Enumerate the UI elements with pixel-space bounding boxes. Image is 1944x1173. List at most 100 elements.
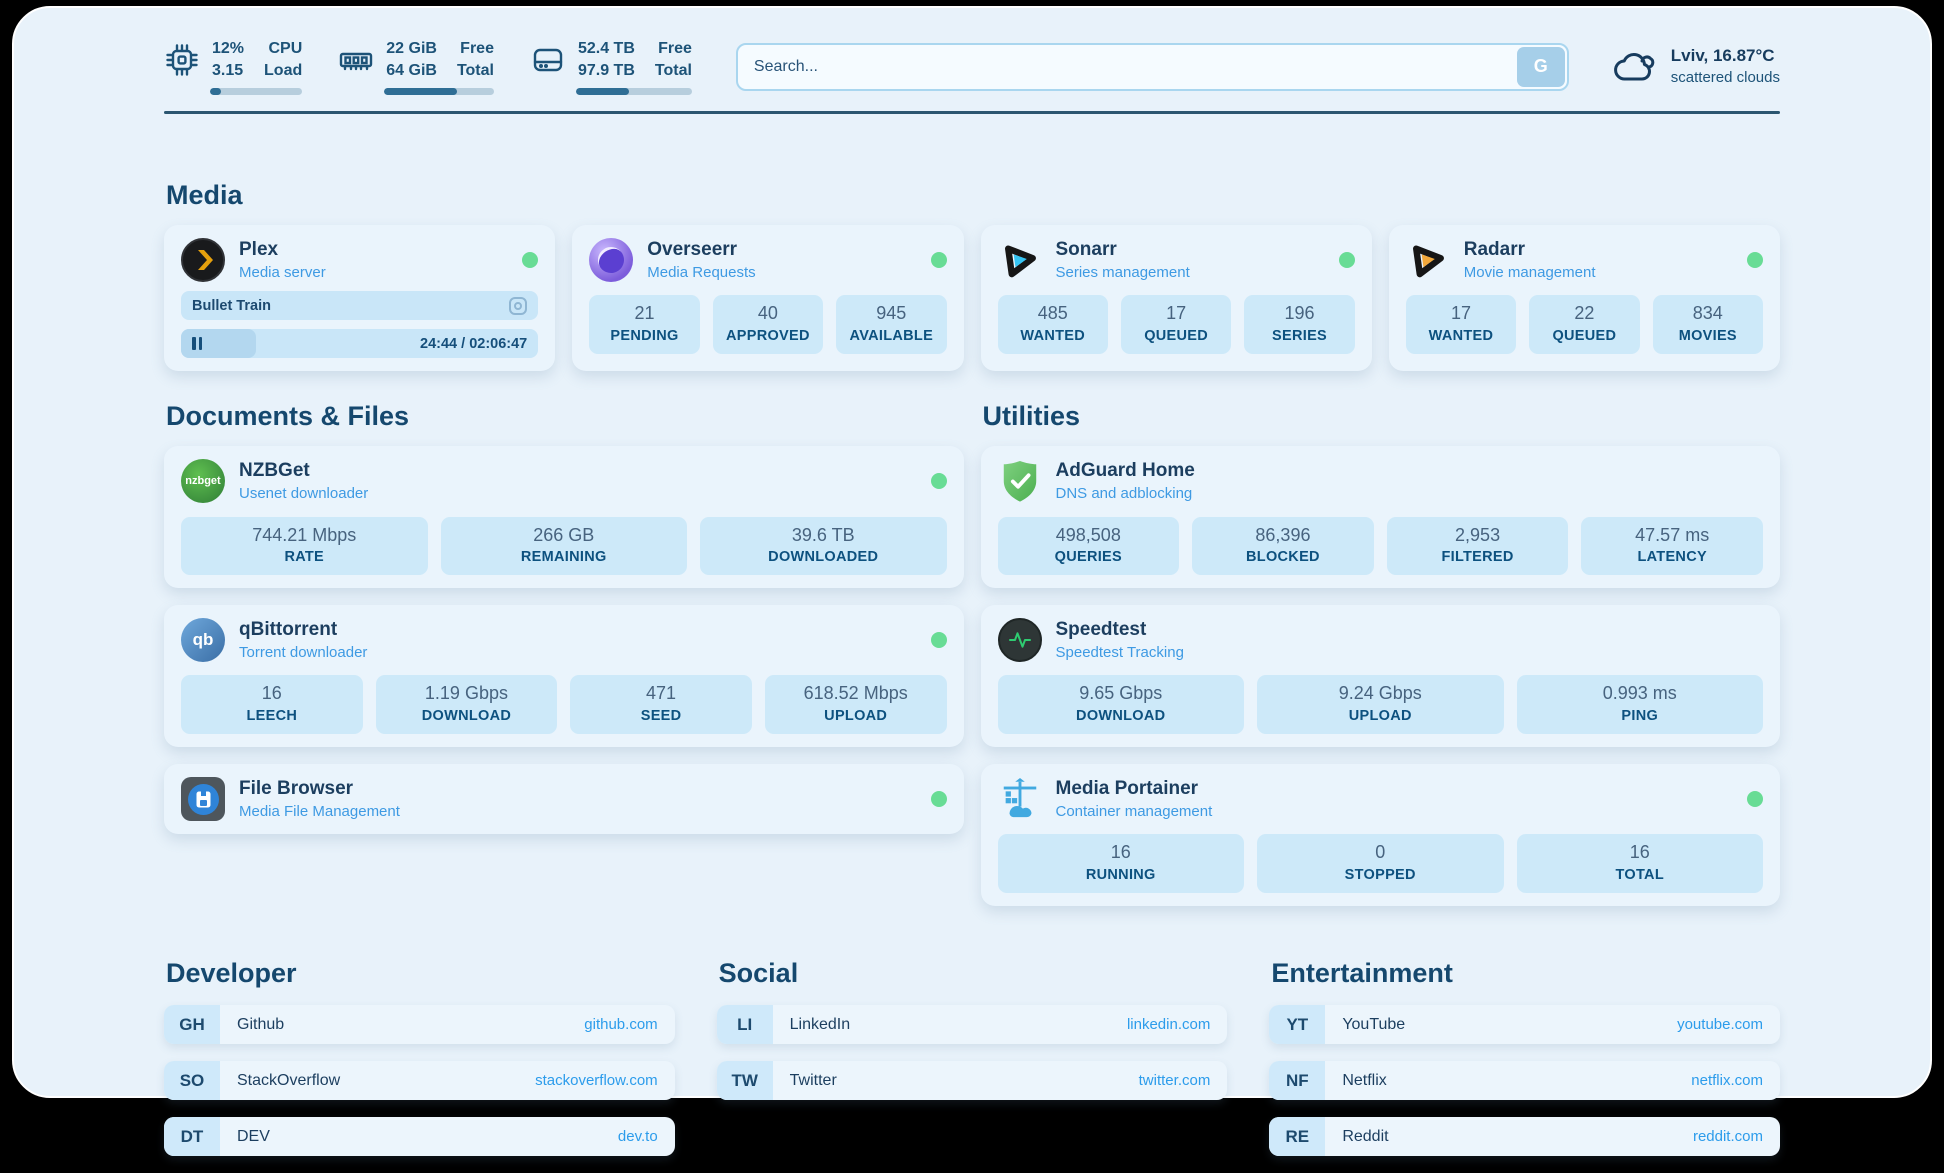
- stat-label: APPROVED: [717, 326, 819, 346]
- nzbget-icon: nzbget: [181, 459, 225, 503]
- bookmark-name: Github: [220, 1005, 584, 1044]
- stat-label: QUERIES: [1002, 547, 1176, 567]
- bookmark-name: YouTube: [1325, 1005, 1677, 1044]
- stat-wanted: 17 WANTED: [1406, 295, 1516, 354]
- cpu-progress-bar: [210, 88, 302, 95]
- bookmark-name: DEV: [220, 1117, 618, 1156]
- app-card-radarr[interactable]: Radarr Movie management 17 WANTED 22 QUE…: [1389, 225, 1780, 371]
- bookmark-abbr: TW: [717, 1061, 773, 1100]
- bookmark-url: youtube.com: [1677, 1005, 1780, 1044]
- section-entertainment: Entertainment YT YouTube youtube.com NF …: [1269, 958, 1780, 1173]
- bookmark-name: Reddit: [1325, 1117, 1693, 1156]
- section-utilities: Utilities AdGuard Home DNS and: [981, 401, 1781, 906]
- stat-upload: 618.52 Mbps UPLOAD: [765, 675, 947, 734]
- stat-value: 196: [1248, 302, 1350, 325]
- bookmark-name: StackOverflow: [220, 1061, 535, 1100]
- app-title: Overseerr: [647, 238, 755, 263]
- bookmark-linkedin[interactable]: LI LinkedIn linkedin.com: [717, 1005, 1228, 1044]
- stat-movies: 834 MOVIES: [1653, 295, 1763, 354]
- stat-latency: 47.57 ms LATENCY: [1581, 517, 1763, 576]
- status-dot-online: [931, 791, 947, 807]
- stat-label: LATENCY: [1585, 547, 1759, 567]
- stat-value: 16: [1521, 841, 1760, 864]
- search-engine-button[interactable]: G: [1517, 47, 1565, 87]
- section-title-documents: Documents & Files: [166, 401, 964, 432]
- stat-value: 2,953: [1391, 524, 1565, 547]
- bookmark-name: Twitter: [773, 1061, 1139, 1100]
- app-card-speedtest[interactable]: Speedtest Speedtest Tracking 9.65 Gbps D…: [981, 605, 1781, 747]
- stat-value: 16: [1002, 841, 1241, 864]
- bookmark-github[interactable]: GH Github github.com: [164, 1005, 675, 1044]
- ram-progress-bar: [384, 88, 494, 95]
- app-card-filebrowser[interactable]: File Browser Media File Management: [164, 764, 964, 834]
- bookmark-stackoverflow[interactable]: SO StackOverflow stackoverflow.com: [164, 1061, 675, 1100]
- app-card-nzbget[interactable]: nzbget NZBGet Usenet downloader 744.21 M…: [164, 446, 964, 588]
- bookmark-abbr: YT: [1269, 1005, 1325, 1044]
- bookmark-name: Netflix: [1325, 1061, 1691, 1100]
- stat-label: PING: [1521, 706, 1760, 726]
- stat-leech: 16 LEECH: [181, 675, 363, 734]
- stat-value: 16: [185, 682, 359, 705]
- qbittorrent-icon: qb: [181, 618, 225, 662]
- bookmark-dev[interactable]: DT DEV dev.to: [164, 1117, 675, 1156]
- cpu-widget: 12% 3.15 CPU Load: [164, 38, 302, 95]
- speedtest-icon: [998, 618, 1042, 662]
- disk-widget: 52.4 TB 97.9 TB Free Total: [530, 38, 692, 95]
- stat-label: STOPPED: [1261, 865, 1500, 885]
- ram-progress-fill: [384, 88, 456, 95]
- stat-value: 47.57 ms: [1585, 524, 1759, 547]
- stat-label: UPLOAD: [769, 706, 943, 726]
- bookmark-youtube[interactable]: YT YouTube youtube.com: [1269, 1005, 1780, 1044]
- stat-pending: 21 PENDING: [589, 295, 699, 354]
- status-dot-online: [1747, 791, 1763, 807]
- top-bar: 12% 3.15 CPU Load: [164, 38, 1780, 95]
- stat-blocked: 86,396 BLOCKED: [1192, 517, 1374, 576]
- app-subtitle: Speedtest Tracking: [1056, 643, 1184, 663]
- ram-total-value: 64 GiB: [386, 60, 437, 82]
- bookmark-netflix[interactable]: NF Netflix netflix.com: [1269, 1061, 1780, 1100]
- weather-condition: scattered clouds: [1671, 68, 1780, 88]
- bookmark-url: netflix.com: [1691, 1061, 1780, 1100]
- section-title-social: Social: [719, 958, 1228, 989]
- stat-value: 17: [1125, 302, 1227, 325]
- stat-value: 266 GB: [445, 524, 684, 547]
- stat-value: 618.52 Mbps: [769, 682, 943, 705]
- bookmark-url: stackoverflow.com: [535, 1061, 675, 1100]
- app-subtitle: Container management: [1056, 802, 1213, 822]
- app-subtitle: Media server: [239, 263, 326, 283]
- disk-progress-bar: [576, 88, 692, 95]
- bookmark-twitter[interactable]: TW Twitter twitter.com: [717, 1061, 1228, 1100]
- stat-label: SEED: [574, 706, 748, 726]
- stat-value: 498,508: [1002, 524, 1176, 547]
- now-playing-session-icon[interactable]: [509, 297, 527, 315]
- stat-upload: 9.24 Gbps UPLOAD: [1257, 675, 1504, 734]
- search-input[interactable]: [738, 58, 1515, 76]
- app-card-sonarr[interactable]: Sonarr Series management 485 WANTED 17 Q…: [981, 225, 1372, 371]
- app-subtitle: Movie management: [1464, 263, 1596, 283]
- app-title: qBittorrent: [239, 618, 367, 643]
- app-card-plex[interactable]: Plex Media server Bullet Train 24:44 / 0…: [164, 225, 555, 371]
- status-dot-online: [931, 252, 947, 268]
- section-media: Media Plex Media server Bullet Train: [164, 180, 1780, 371]
- bookmark-abbr: RE: [1269, 1117, 1325, 1156]
- app-card-qbittorrent[interactable]: qb qBittorrent Torrent downloader 16 LEE…: [164, 605, 964, 747]
- stat-wanted: 485 WANTED: [998, 295, 1108, 354]
- stat-label: REMAINING: [445, 547, 684, 567]
- stat-value: 21: [593, 302, 695, 325]
- bookmark-abbr: GH: [164, 1005, 220, 1044]
- app-card-portainer[interactable]: Media Portainer Container management 16 …: [981, 764, 1781, 906]
- stat-label: SERIES: [1248, 326, 1350, 346]
- ram-icon: [338, 42, 374, 78]
- stat-download: 9.65 Gbps DOWNLOAD: [998, 675, 1245, 734]
- app-card-overseerr[interactable]: Overseerr Media Requests 21 PENDING 40 A…: [572, 225, 963, 371]
- portainer-icon: [998, 777, 1042, 821]
- app-title: Media Portainer: [1056, 777, 1213, 802]
- app-subtitle: Series management: [1056, 263, 1190, 283]
- stat-label: QUEUED: [1533, 326, 1635, 346]
- stat-label: MOVIES: [1657, 326, 1759, 346]
- bookmark-reddit[interactable]: RE Reddit reddit.com: [1269, 1117, 1780, 1156]
- section-social: Social LI LinkedIn linkedin.com TW Twitt…: [717, 958, 1228, 1173]
- app-card-adguard[interactable]: AdGuard Home DNS and adblocking 498,508 …: [981, 446, 1781, 588]
- stat-value: 1.19 Gbps: [380, 682, 554, 705]
- bookmark-abbr: SO: [164, 1061, 220, 1100]
